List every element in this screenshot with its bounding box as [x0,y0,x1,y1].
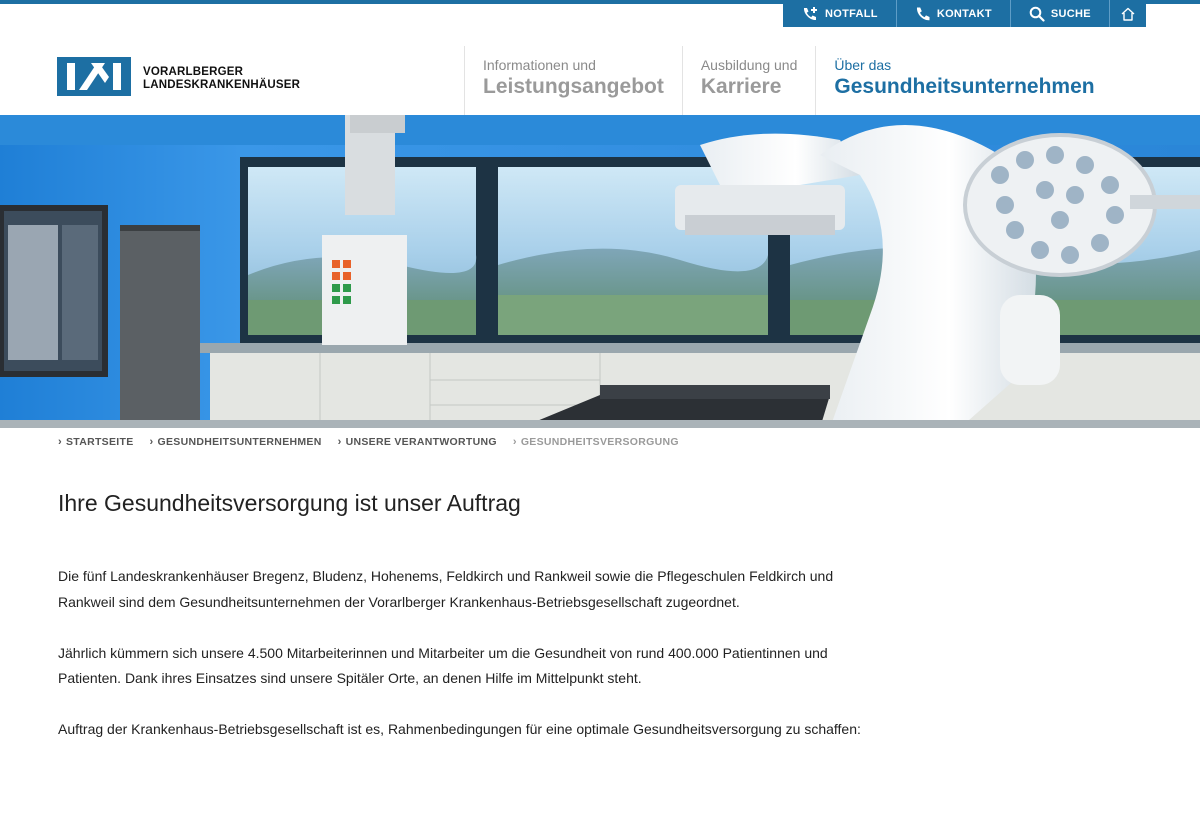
chevron-right-icon: › [512,436,517,448]
nav-item-karriere[interactable]: Ausbildung und Karriere [681,46,816,115]
utility-nav: NOTFALL KONTAKT SUCHE [783,0,1146,27]
hero-image [0,115,1200,428]
breadcrumb: › STARTSEITE › GESUNDHEITSUNTERNEHMEN › … [58,436,679,448]
suche-label: SUCHE [1050,7,1091,20]
nav-item-title: Gesundheitsunternehmen [834,75,1095,98]
breadcrumb-item-gesundheitsunternehmen[interactable]: › GESUNDHEITSUNTERNEHMEN [150,436,322,448]
suche-button[interactable]: SUCHE [1011,0,1110,27]
nav-item-leistungsangebot[interactable]: Informationen und Leistungsangebot [464,46,682,115]
kontakt-label: KONTAKT [936,7,992,20]
content-paragraph: Auftrag der Krankenhaus-Betriebsgesellsc… [58,721,861,737]
kontakt-button[interactable]: KONTAKT [897,0,1011,27]
notfall-button[interactable]: NOTFALL [783,0,897,27]
site-logo[interactable]: VORARLBERGER LANDESKRANKENHÄUSER [57,57,300,101]
chevron-right-icon: › [337,436,342,448]
breadcrumb-label: GESUNDHEITSUNTERNEHMEN [157,436,322,448]
search-icon [1029,6,1045,22]
khbg-logo-mark [57,57,131,101]
main-content: Die fünf Landeskrankenhäuser Bregenz, Bl… [58,564,878,768]
logo-line-2: LANDESKRANKENHÄUSER [143,79,301,91]
content-paragraph: Jährlich kümmern sich unsere 4.500 Mitar… [58,644,828,687]
phone-icon [915,6,931,22]
main-nav: Informationen und Leistungsangebot Ausbi… [464,46,1113,115]
emergency-phone-icon [801,6,819,22]
page-title: Ihre Gesundheitsversorgung ist unser Auf… [58,490,521,516]
chevron-right-icon: › [58,436,62,448]
home-icon [1120,6,1136,22]
logo-line-1: VORARLBERGER [143,66,244,78]
breadcrumb-item-gesundheitsversorgung: › GESUNDHEITSVERSORGUNG [513,436,679,448]
notfall-label: NOTFALL [825,7,878,20]
breadcrumb-label: UNSERE VERANTWORTUNG [345,436,497,448]
home-button[interactable] [1110,0,1146,27]
nav-item-subtitle: Informationen und [483,57,596,73]
nav-item-subtitle: Über das [834,57,892,73]
content-paragraph: Die fünf Landeskrankenhäuser Bregenz, Bl… [58,568,834,610]
nav-item-subtitle: Ausbildung und [700,57,798,73]
nav-item-gesundheitsunternehmen[interactable]: Über das Gesundheitsunternehmen [815,46,1112,115]
breadcrumb-item-startseite[interactable]: › STARTSEITE [58,436,134,448]
breadcrumb-label: GESUNDHEITSVERSORGUNG [520,436,679,448]
chevron-right-icon: › [149,436,154,448]
breadcrumb-item-unsere-verantwortung[interactable]: › UNSERE VERANTWORTUNG [338,436,497,448]
site-header: VORARLBERGER LANDESKRANKENHÄUSER Informa… [0,27,1200,115]
nav-item-title: Leistungsangebot [483,75,664,98]
breadcrumb-label: STARTSEITE [65,436,134,448]
nav-item-title: Karriere [700,75,782,98]
logo-text: VORARLBERGER LANDESKRANKENHÄUSER [143,66,300,92]
